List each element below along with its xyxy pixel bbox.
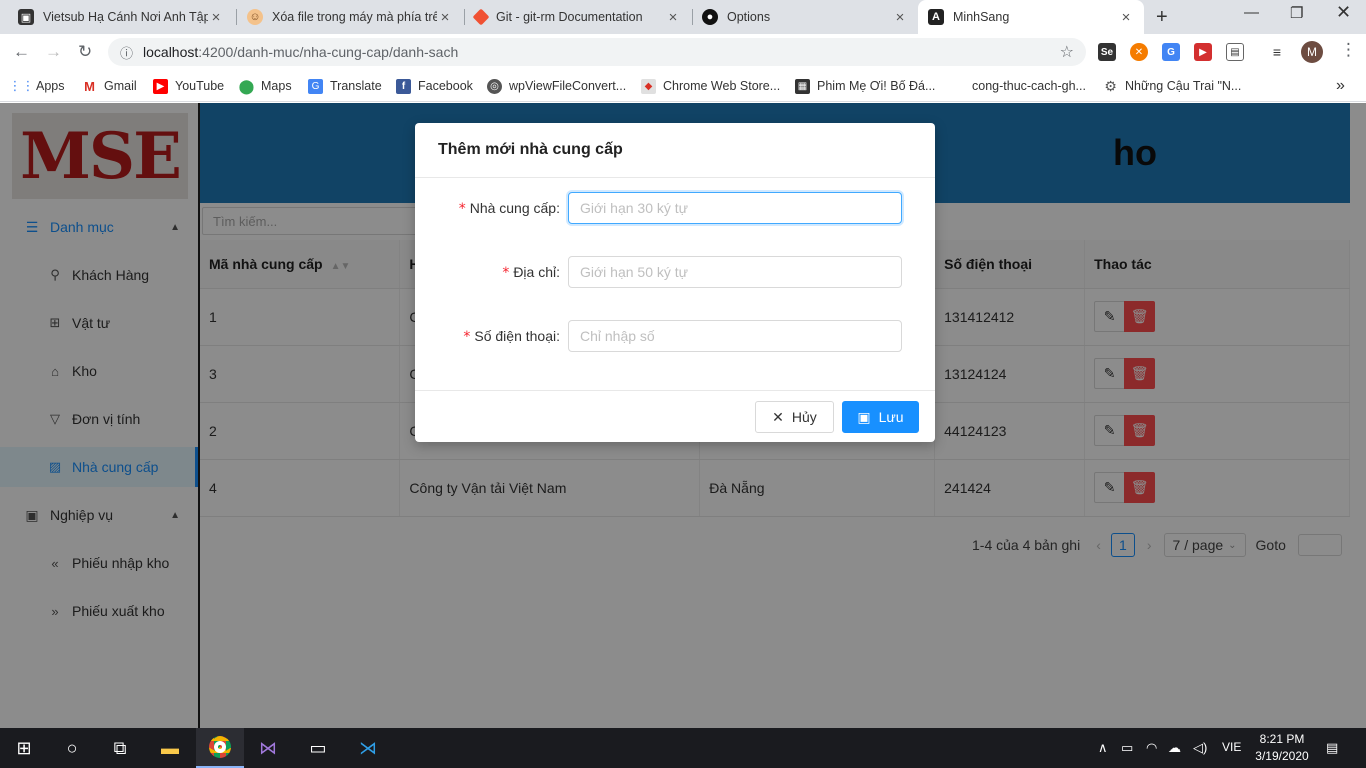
document-extension-icon[interactable]: ▤	[1226, 43, 1244, 61]
modal-title: Thêm mới nhà cung cấp	[415, 123, 935, 178]
windows-taskbar: ⊞ ○ ⧉ ▬ ⋈ ▭ ⋊ ∧ ▭ ◠ ☁ ◁) VIE 8:21 PM 3/1…	[0, 728, 1366, 768]
bookmark-translate[interactable]: G Translate	[308, 76, 382, 96]
bookmark-nhung-cau-trai[interactable]: ⚙ Những Cậu Trai "N...	[1103, 76, 1241, 96]
close-icon[interactable]: ×	[665, 9, 681, 26]
browser-tab[interactable]: Git - git-rm Documentation ×	[465, 0, 691, 34]
selenium-extension-icon[interactable]: Se	[1098, 43, 1116, 61]
battery-icon[interactable]: ▭	[1121, 740, 1133, 756]
address-bar[interactable]: ⓘ localhost:4200/danh-muc/nha-cung-cap/d…	[108, 38, 1086, 66]
tv-icon: ▣	[18, 9, 34, 25]
file-explorer-icon[interactable]: ▬	[146, 728, 194, 768]
reload-icon[interactable]: ↻	[78, 42, 92, 62]
save-icon: ▣	[857, 408, 871, 425]
form-row-so-dien-thoai: * Số điện thoại:	[415, 320, 935, 352]
clock[interactable]: 8:21 PM 3/19/2020	[1254, 731, 1310, 765]
bookmark-chrome-store[interactable]: ◆ Chrome Web Store...	[641, 76, 780, 96]
github-icon: ●	[702, 9, 718, 25]
forward-icon[interactable]: →	[45, 42, 62, 62]
window-close-icon[interactable]: ✕	[1336, 2, 1351, 23]
globe-icon: ◎	[487, 78, 502, 94]
address-input[interactable]	[568, 256, 902, 288]
modal-footer: ✕ Hủy ▣ Lưu	[415, 390, 935, 442]
form-row-dia-chi: * Địa chỉ:	[415, 256, 935, 288]
chrome-icon[interactable]	[196, 728, 244, 768]
bookmark-star-icon[interactable]: ☆	[1060, 42, 1074, 62]
browser-tab-active[interactable]: A MinhSang ×	[918, 0, 1144, 34]
bookmark-maps[interactable]: ⬤ Maps	[239, 76, 292, 96]
bookmark-cong-thuc[interactable]: cong-thuc-cach-gh...	[972, 76, 1086, 96]
browser-tab[interactable]: ● Options ×	[692, 0, 918, 34]
terminal-icon[interactable]: ▭	[294, 728, 342, 768]
browser-tab[interactable]: ☺ Xóa file trong máy mà phía trê ×	[237, 0, 463, 34]
video-extension-icon[interactable]: ▶	[1194, 43, 1212, 61]
menu-dots-icon[interactable]: ⋮	[1340, 40, 1357, 60]
wifi-icon[interactable]: ◠	[1146, 740, 1157, 756]
translate-icon: G	[308, 78, 323, 94]
bookmark-wpviewfile[interactable]: ◎ wpViewFileConvert...	[487, 76, 626, 96]
phone-input[interactable]	[568, 320, 902, 352]
maximize-icon[interactable]: ❐	[1290, 4, 1303, 22]
apps-grid-icon: ⋮⋮	[8, 78, 35, 93]
browser-tab-strip: ▣ Vietsub Hạ Cánh Nơi Anh Tập × ☺ Xóa fi…	[0, 0, 1366, 34]
browser-tab[interactable]: ▣ Vietsub Hạ Cánh Nơi Anh Tập ×	[8, 0, 234, 34]
translate-extension-icon[interactable]: G	[1162, 43, 1180, 61]
chrome-store-icon: ◆	[641, 78, 656, 94]
info-icon[interactable]: ⓘ	[120, 43, 133, 62]
language-indicator[interactable]: VIE	[1222, 740, 1241, 754]
supplier-name-input[interactable]	[568, 192, 902, 224]
close-icon[interactable]: ×	[437, 9, 453, 26]
bookmark-youtube[interactable]: ▶ YouTube	[153, 76, 224, 96]
bookmark-gmail[interactable]: M Gmail	[82, 76, 137, 96]
media-control-icon[interactable]: ≡	[1268, 43, 1286, 61]
search-icon[interactable]: ○	[48, 728, 96, 768]
bookmarks-bar: ⋮⋮ Apps M Gmail ▶ YouTube ⬤ Maps G Translate …	[0, 70, 1366, 102]
close-icon[interactable]: ×	[208, 9, 224, 26]
notifications-icon[interactable]: ▤	[1326, 740, 1338, 756]
gear-icon: ⚙	[1104, 77, 1117, 94]
close-icon: ✕	[772, 408, 784, 425]
minimize-icon[interactable]: —	[1244, 4, 1259, 21]
chevron-up-tray-icon[interactable]: ∧	[1098, 740, 1108, 756]
back-icon[interactable]: ←	[13, 42, 30, 62]
form-row-nha-cung-cap: * Nhà cung cấp:	[415, 192, 935, 224]
extension-icon[interactable]: ✕	[1130, 43, 1148, 61]
vscode-icon[interactable]: ⋊	[344, 728, 392, 768]
face-icon: ☺	[247, 9, 263, 25]
task-view-icon[interactable]: ⧉	[96, 728, 144, 768]
save-button[interactable]: ▣ Lưu	[842, 401, 919, 433]
git-icon	[472, 8, 490, 26]
close-icon[interactable]: ×	[892, 9, 908, 26]
new-tab-icon[interactable]: +	[1156, 6, 1168, 29]
address-toolbar: ← → ↻ ⓘ localhost:4200/danh-muc/nha-cung…	[0, 34, 1366, 70]
bookmark-facebook[interactable]: f Facebook	[396, 76, 473, 96]
maps-pin-icon: ⬤	[238, 77, 255, 94]
add-supplier-modal: Thêm mới nhà cung cấp *Nhà cung cấp: *Đị…	[415, 123, 935, 442]
volume-icon[interactable]: ◁)	[1193, 740, 1207, 756]
more-bookmarks-icon[interactable]: »	[1336, 76, 1345, 96]
youtube-icon: ▶	[153, 78, 168, 94]
close-icon[interactable]: ×	[1118, 9, 1134, 26]
profile-avatar[interactable]: M	[1301, 41, 1323, 63]
bookmark-apps[interactable]: ⋮⋮ Apps	[8, 76, 65, 96]
bookmark-phim[interactable]: ▦ Phim Mẹ Ơi! Bố Đá...	[795, 76, 935, 96]
facebook-icon: f	[396, 78, 411, 94]
angular-icon: A	[928, 9, 944, 25]
clapperboard-icon: ▦	[795, 78, 810, 94]
cancel-button[interactable]: ✕ Hủy	[755, 401, 834, 433]
windows-start-icon[interactable]: ⊞	[0, 728, 48, 768]
gmail-icon: M	[84, 78, 95, 94]
visual-studio-icon[interactable]: ⋈	[244, 728, 292, 768]
cloud-icon[interactable]: ☁	[1168, 740, 1181, 756]
